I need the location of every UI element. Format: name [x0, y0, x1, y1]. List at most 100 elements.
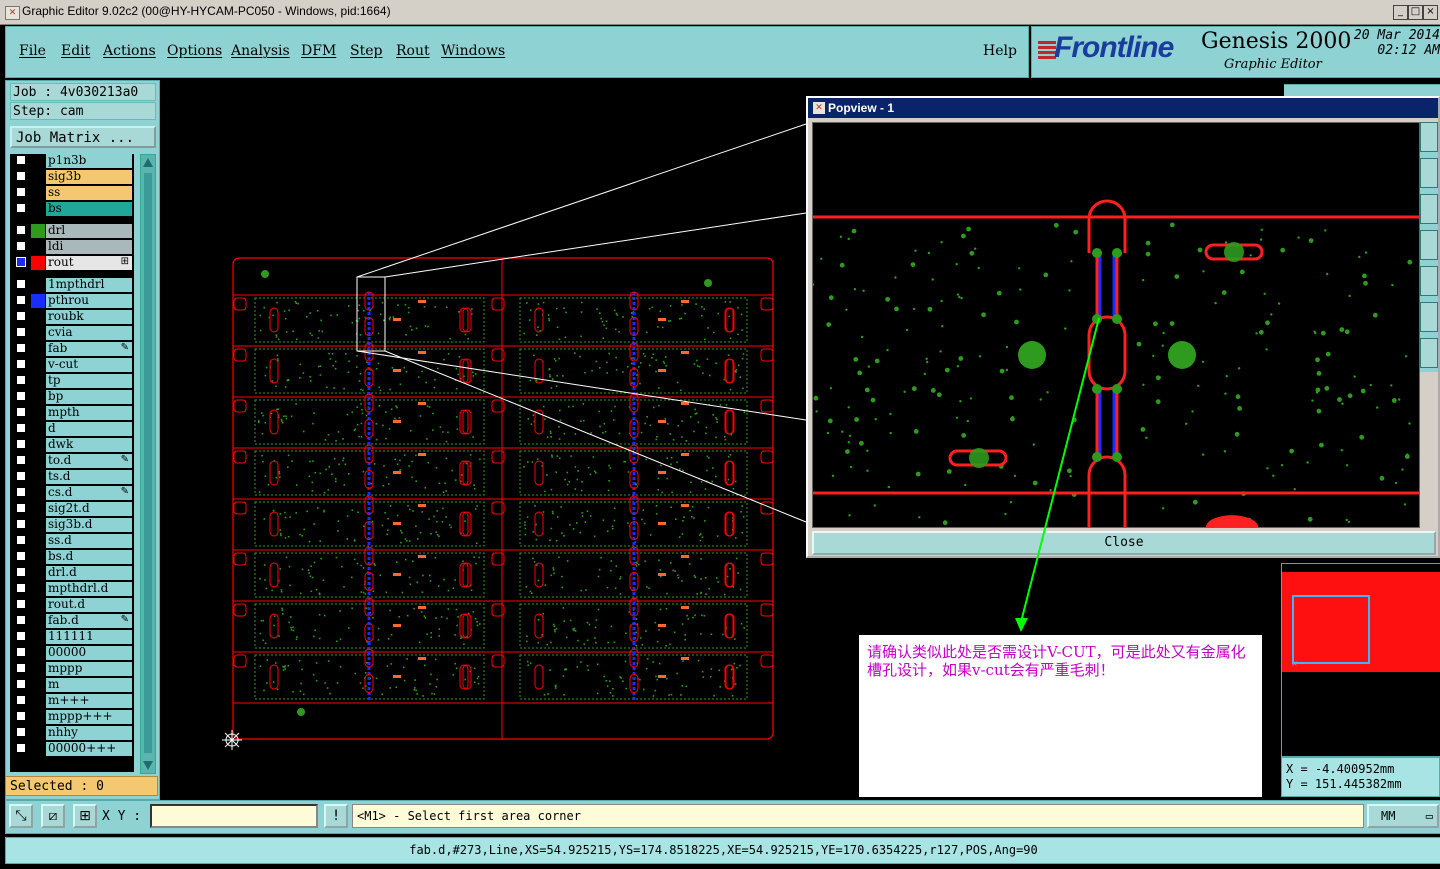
layer-color-swatch[interactable]	[31, 470, 45, 484]
popview-close-button[interactable]: Close	[812, 531, 1436, 555]
layer-name[interactable]: m	[46, 678, 132, 692]
overview-map[interactable]: ×	[1281, 563, 1440, 757]
layer-checkbox[interactable]	[16, 203, 26, 213]
layer-color-swatch[interactable]	[31, 390, 45, 404]
layer-checkbox[interactable]	[16, 663, 26, 673]
layer-row-mpth[interactable]: mpth	[10, 406, 134, 420]
layer-row-fab.d[interactable]: fab.d ✎	[10, 614, 134, 628]
layer-checkbox[interactable]	[16, 551, 26, 561]
layer-checkbox[interactable]	[16, 423, 26, 433]
layer-name[interactable]: pthrou	[46, 294, 132, 308]
layer-row-ss[interactable]: ss	[10, 186, 134, 200]
layer-checkbox[interactable]	[16, 599, 26, 609]
layer-name[interactable]: mppp	[46, 662, 132, 676]
layer-row-1mpthdrl[interactable]: 1mpthdrl	[10, 278, 134, 292]
layer-color-swatch[interactable]	[31, 630, 45, 644]
layer-color-swatch[interactable]	[31, 726, 45, 740]
units-selector[interactable]: MM ▭	[1367, 804, 1439, 828]
layer-color-swatch[interactable]	[31, 534, 45, 548]
layer-row-roubk[interactable]: roubk	[10, 310, 134, 324]
layer-row-mppp[interactable]: mppp	[10, 662, 134, 676]
layer-row-fab[interactable]: fab ✎	[10, 342, 134, 356]
layer-name[interactable]: m+++	[46, 694, 132, 708]
layer-name[interactable]: fab.d ✎	[46, 614, 132, 628]
layer-name[interactable]: p1n3b	[46, 154, 132, 168]
layer-name[interactable]: tp	[46, 374, 132, 388]
layer-row-00000+++[interactable]: 00000+++	[10, 742, 134, 756]
layer-checkbox[interactable]	[16, 647, 26, 657]
layer-checkbox[interactable]	[16, 171, 26, 181]
layer-color-swatch[interactable]	[31, 454, 45, 468]
layer-checkbox[interactable]	[16, 583, 26, 593]
layer-checkbox[interactable]	[16, 455, 26, 465]
layer-row-bp[interactable]: bp	[10, 390, 134, 404]
layer-color-swatch[interactable]	[31, 278, 45, 292]
layer-checkbox[interactable]	[16, 567, 26, 577]
menu-analysis[interactable]: Analysis	[231, 43, 290, 59]
layer-checkbox[interactable]	[16, 225, 26, 235]
layer-name[interactable]: v-cut	[46, 358, 132, 372]
layer-row-nhhy[interactable]: nhhy	[10, 726, 134, 740]
layer-checkbox[interactable]	[16, 695, 26, 705]
layer-name[interactable]: ldi	[46, 240, 132, 254]
layer-checkbox[interactable]	[16, 679, 26, 689]
layer-row-v-cut[interactable]: v-cut	[10, 358, 134, 372]
layer-color-swatch[interactable]	[31, 566, 45, 580]
layer-name[interactable]: to.d ✎	[46, 454, 132, 468]
layer-color-swatch[interactable]	[31, 518, 45, 532]
layer-checkbox[interactable]	[16, 295, 26, 305]
layer-checkbox[interactable]	[16, 727, 26, 737]
layer-checkbox[interactable]	[16, 615, 26, 625]
layer-color-swatch[interactable]	[31, 310, 45, 324]
layer-color-swatch[interactable]	[31, 374, 45, 388]
layer-name[interactable]: rout ⊞	[46, 256, 132, 270]
layer-row-mpthdrl.d[interactable]: mpthdrl.d	[10, 582, 134, 596]
layer-color-swatch[interactable]	[31, 582, 45, 596]
layer-name[interactable]: 1mpthdrl	[46, 278, 132, 292]
layer-color-swatch[interactable]	[31, 342, 45, 356]
alert-icon[interactable]: !	[324, 804, 348, 828]
popview-tool-home-icon[interactable]	[1420, 230, 1438, 260]
layer-checkbox[interactable]	[16, 503, 26, 513]
popview-tool-fit-icon[interactable]	[1420, 194, 1438, 224]
layer-name[interactable]: 111111	[46, 630, 132, 644]
layer-color-swatch[interactable]	[31, 598, 45, 612]
menu-step[interactable]: Step	[350, 43, 382, 59]
layer-checkbox[interactable]	[16, 279, 26, 289]
layer-row-bs[interactable]: bs	[10, 202, 134, 216]
layer-color-swatch[interactable]	[31, 202, 45, 216]
menu-options[interactable]: Options	[167, 43, 222, 59]
layer-row-dwk[interactable]: dwk	[10, 438, 134, 452]
layer-name[interactable]: bp	[46, 390, 132, 404]
layer-row-d[interactable]: d	[10, 422, 134, 436]
layer-row-111111[interactable]: 111111	[10, 630, 134, 644]
layer-name[interactable]: nhhy	[46, 726, 132, 740]
layer-checkbox[interactable]	[16, 241, 26, 251]
layer-color-swatch[interactable]	[31, 256, 45, 270]
layer-name[interactable]: mppp+++	[46, 710, 132, 724]
layer-color-swatch[interactable]	[31, 154, 45, 168]
layer-name[interactable]: sig3b.d	[46, 518, 132, 532]
popview-tool-pan-icon[interactable]	[1420, 158, 1438, 188]
layer-name[interactable]: sig2t.d	[46, 502, 132, 516]
layer-color-swatch[interactable]	[31, 186, 45, 200]
layer-checkbox[interactable]	[16, 631, 26, 641]
layer-row-ts.d[interactable]: ts.d	[10, 470, 134, 484]
popview-tool-measure-icon[interactable]	[1420, 338, 1438, 368]
layer-color-swatch[interactable]	[31, 486, 45, 500]
layer-row-sig2t.d[interactable]: sig2t.d	[10, 502, 134, 516]
layer-checkbox[interactable]	[16, 155, 26, 165]
layer-color-swatch[interactable]	[31, 406, 45, 420]
layer-color-swatch[interactable]	[31, 224, 45, 238]
layer-row-ss.d[interactable]: ss.d	[10, 534, 134, 548]
menu-dfm[interactable]: DFM	[301, 43, 336, 59]
layer-checkbox[interactable]	[16, 327, 26, 337]
layer-row-rout.d[interactable]: rout.d	[10, 598, 134, 612]
layer-row-cs.d[interactable]: cs.d ✎	[10, 486, 134, 500]
layer-name[interactable]: drl	[46, 224, 132, 238]
layer-color-swatch[interactable]	[31, 358, 45, 372]
layer-row-drl[interactable]: drl	[10, 224, 134, 238]
layer-checkbox[interactable]	[16, 257, 26, 267]
layer-name[interactable]: cs.d ✎	[46, 486, 132, 500]
layer-color-swatch[interactable]	[31, 170, 45, 184]
